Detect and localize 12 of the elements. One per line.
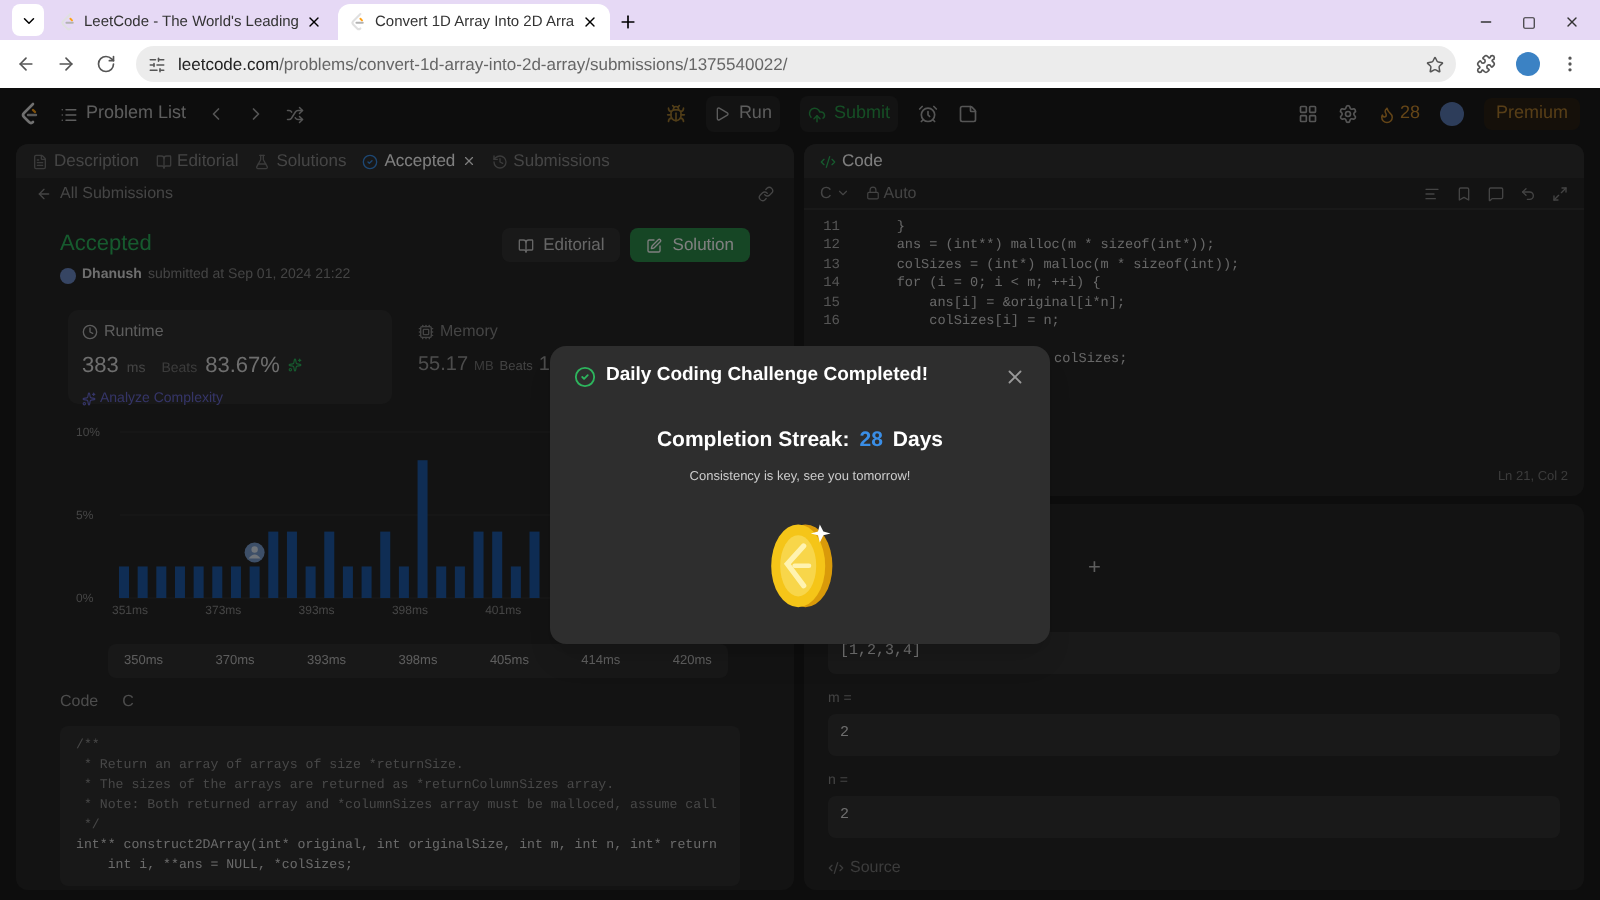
memory-value: 55.17 [418, 352, 469, 380]
language-label: C [122, 690, 134, 714]
streak-text: Completion Streak: 28 Days [656, 426, 944, 457]
code-label: Code [60, 690, 99, 714]
panel-title: Code [842, 148, 883, 174]
beats-value: 83.67% [205, 352, 280, 382]
beats-value: 1 [538, 352, 550, 380]
dialog-title: Daily Coding Challenge Completed! [606, 362, 930, 390]
status-text: Accepted [60, 230, 154, 260]
runtime-title: Runtime [82, 320, 378, 344]
runtime-value: 383 [82, 352, 119, 382]
url-text: leetcode.com/problems/convert-1d-array-into-2d-array/submissions/1375540022/ [178, 51, 790, 77]
